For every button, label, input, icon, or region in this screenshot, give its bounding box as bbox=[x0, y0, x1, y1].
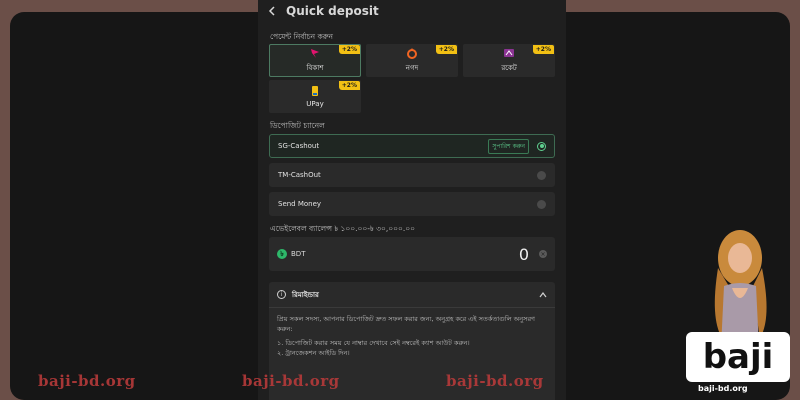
channel-name: Send Money bbox=[278, 200, 322, 208]
info-icon: i bbox=[277, 290, 286, 299]
header: Quick deposit bbox=[268, 2, 379, 20]
baji-logo: baji bbox=[686, 332, 790, 382]
brand-url: baji-bd.org bbox=[698, 384, 748, 393]
reminder-line: ১. ডিপোজিট করার সময় যে নাম্বার দেখাবে স… bbox=[277, 339, 470, 347]
watermark: baji-bd.org bbox=[242, 372, 340, 390]
payment-option-label: নগদ bbox=[405, 64, 419, 72]
bonus-badge: +2% bbox=[435, 45, 457, 54]
channel-option-tm-cashout[interactable]: TM-CashOut bbox=[269, 163, 555, 187]
back-arrow-icon[interactable] bbox=[268, 6, 278, 16]
payment-option-label: বিকাশ bbox=[306, 64, 324, 72]
page-title: Quick deposit bbox=[286, 4, 379, 18]
deposit-panel: Quick deposit পেমেন্ট নির্বাচন করুন +2% … bbox=[258, 0, 566, 400]
amount-value[interactable]: 0 bbox=[519, 245, 529, 264]
reminder-intro: প্রিয় সকল সদস্য, আপনার ডিপোজিট দ্রুত সফ… bbox=[277, 315, 535, 333]
radio-unselected[interactable] bbox=[537, 170, 546, 180]
reminder-body: প্রিয় সকল সদস্য, আপনার ডিপোজিট দ্রুত সফ… bbox=[269, 308, 555, 364]
deposit-channel-label: ডিপোজিট চ্যানেল bbox=[270, 121, 325, 130]
watermark: baji-bd.org bbox=[446, 372, 544, 390]
bkash-icon bbox=[311, 49, 319, 58]
reminder-line: ২. ট্রানজেকশন আইডি দিন। bbox=[277, 349, 350, 357]
payment-option-rocket[interactable]: +2% রকেট bbox=[463, 44, 555, 77]
brand-area: baji baji-bd.org bbox=[680, 228, 790, 396]
rocket-icon bbox=[504, 49, 514, 57]
amount-range-label: এভেইলেবল ব্যালেন্স ৳ ১০০.০০-৳ ৩০,০০০.০০ bbox=[270, 224, 415, 233]
payment-method-label: পেমেন্ট নির্বাচন করুন bbox=[270, 32, 333, 41]
reminder-title: রিমাইন্ডার bbox=[292, 290, 319, 299]
payment-option-bkash[interactable]: +2% বিকাশ bbox=[269, 44, 361, 77]
taka-icon: ৳ bbox=[277, 249, 287, 259]
radio-selected[interactable] bbox=[537, 141, 546, 151]
channel-option-sg-cashout[interactable]: SG-Cashout সুপারিশ করুন bbox=[269, 134, 555, 158]
payment-option-label: রকেট bbox=[501, 64, 517, 72]
channel-name: SG-Cashout bbox=[278, 142, 320, 150]
channel-option-send-money[interactable]: Send Money bbox=[269, 192, 555, 216]
channel-name: TM-CashOut bbox=[278, 171, 321, 179]
nagad-icon bbox=[407, 48, 417, 59]
upay-icon bbox=[312, 86, 318, 96]
amount-input[interactable]: ৳ BDT 0 × bbox=[269, 237, 555, 271]
payment-option-nagad[interactable]: +2% নগদ bbox=[366, 44, 458, 77]
watermark: baji-bd.org bbox=[38, 372, 136, 390]
payment-option-upay[interactable]: +2% UPay bbox=[269, 80, 361, 113]
radio-unselected[interactable] bbox=[537, 199, 546, 209]
recommended-badge: সুপারিশ করুন bbox=[488, 138, 529, 154]
currency-code: BDT bbox=[291, 250, 306, 258]
bonus-badge: +2% bbox=[338, 45, 360, 54]
clear-icon[interactable]: × bbox=[539, 250, 547, 258]
chevron-up-icon[interactable] bbox=[539, 291, 547, 299]
reminder-header[interactable]: i রিমাইন্ডার bbox=[269, 282, 555, 308]
bonus-badge: +2% bbox=[532, 45, 554, 54]
payment-option-label: UPay bbox=[306, 100, 324, 108]
bonus-badge: +2% bbox=[338, 81, 360, 90]
